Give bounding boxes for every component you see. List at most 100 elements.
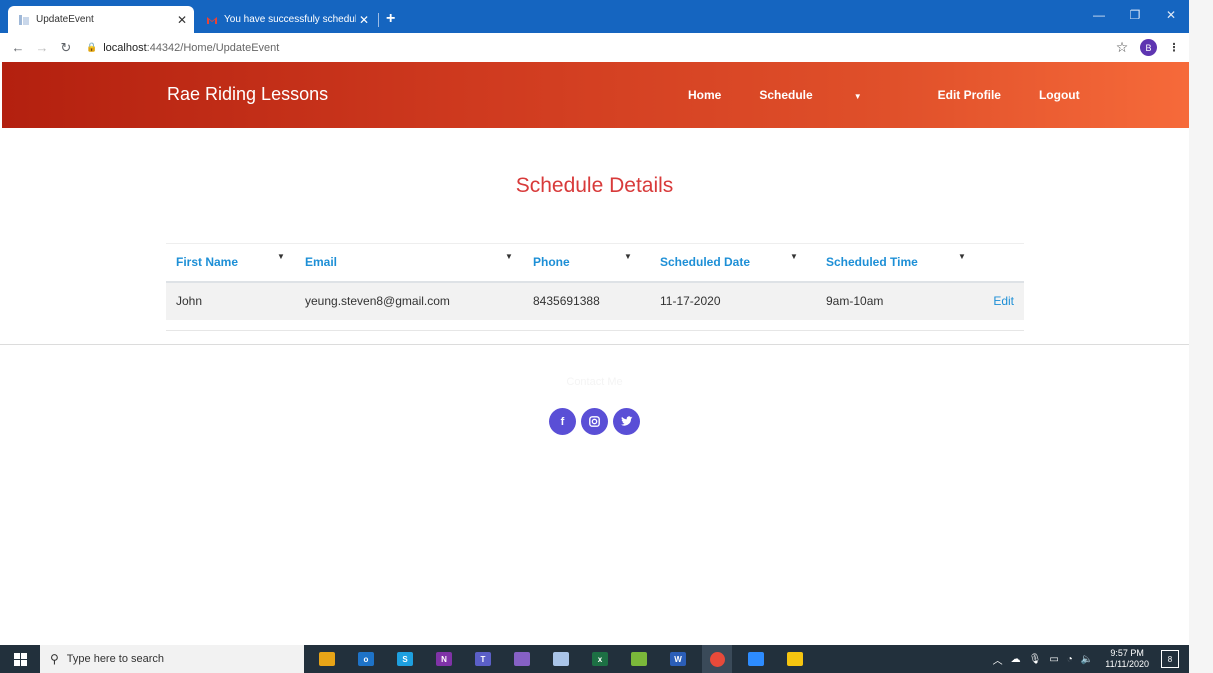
chevron-up-icon[interactable]: ︿: [993, 652, 1003, 667]
restore-icon[interactable]: ❐: [1117, 8, 1153, 22]
filter-icon[interactable]: ▼: [958, 252, 966, 261]
visual-studio-icon[interactable]: [507, 645, 537, 673]
tab-divider: [378, 13, 379, 27]
menu-kebab-icon[interactable]: ⋮: [1167, 41, 1181, 54]
excel-icon[interactable]: x: [585, 645, 615, 673]
gmail-icon: [206, 14, 218, 26]
tab-gmail[interactable]: You have successfuly scheduled t ✕: [196, 6, 376, 33]
onedrive-icon[interactable]: ☁: [1011, 654, 1021, 665]
filter-icon[interactable]: ▼: [505, 252, 513, 261]
caret-down-icon: ▼: [853, 92, 862, 101]
outlook-icon[interactable]: o: [351, 645, 381, 673]
facebook-icon[interactable]: f: [549, 408, 576, 435]
system-tray: ︿ ☁ 🎙 ▭ ◔ 🔈 9:57 PM 11/11/2020 8: [993, 645, 1189, 673]
microphone-icon[interactable]: 🎙: [1029, 654, 1042, 665]
notification-center-icon[interactable]: 8: [1161, 650, 1179, 668]
instagram-icon[interactable]: [581, 408, 608, 435]
taskbar-apps: o S N Tx W: [312, 645, 819, 673]
column-header-phone[interactable]: Phone ▼: [523, 243, 650, 283]
cell-email: yeung.steven8@gmail.com: [295, 281, 523, 320]
column-header-first-name[interactable]: First Name ▼: [166, 243, 295, 283]
app-glyph: W: [670, 652, 686, 666]
project-icon[interactable]: [624, 645, 654, 673]
cell-phone: 8435691388: [523, 281, 650, 320]
close-icon[interactable]: ✕: [174, 13, 190, 27]
wifi-icon[interactable]: ◔: [1067, 654, 1073, 665]
app-glyph: [631, 652, 647, 666]
browser-titlebar: UpdateEvent ✕ You have successfuly sched…: [0, 0, 1189, 33]
footer-divider: [0, 344, 1189, 345]
window-edge: [1189, 0, 1213, 673]
app-glyph: o: [358, 652, 374, 666]
twitter-icon[interactable]: [613, 408, 640, 435]
url-host: localhost: [103, 41, 147, 54]
volume-icon[interactable]: 🔈: [1081, 654, 1093, 665]
address-bar: ← → ↻ 🔒 localhost:44342/Home/UpdateEvent…: [0, 33, 1189, 62]
nav-edit-profile[interactable]: Edit Profile: [938, 88, 1001, 102]
profile-avatar[interactable]: B: [1140, 39, 1157, 56]
app-glyph: [319, 652, 335, 666]
cell-scheduled-time: 9am-10am: [816, 281, 966, 320]
cell-scheduled-date: 11-17-2020: [650, 281, 816, 320]
lock-icon: 🔒: [86, 42, 98, 52]
chrome-icon[interactable]: [702, 645, 732, 673]
app-glyph: T: [475, 652, 491, 666]
contact-heading: Contact Me: [566, 376, 623, 388]
app-glyph: [787, 652, 803, 666]
table-header-row: First Name ▼ Email ▼ Phone ▼ Scheduled Date…: [166, 243, 1024, 283]
file-explorer-icon[interactable]: [312, 645, 342, 673]
powershell-icon[interactable]: [546, 645, 576, 673]
minimize-icon[interactable]: —: [1081, 8, 1117, 22]
teams-icon[interactable]: T: [468, 645, 498, 673]
tab-update-event[interactable]: UpdateEvent ✕: [8, 6, 194, 33]
battery-icon[interactable]: ▭: [1049, 654, 1058, 665]
nav-links: Home Schedule ▼ Edit Profile Logout: [688, 88, 1118, 102]
column-label: First Name: [176, 255, 239, 270]
nav-logout[interactable]: Logout: [1039, 88, 1080, 102]
clock-date: 11/11/2020: [1105, 659, 1149, 669]
column-header-scheduled-time[interactable]: Scheduled Time ▼: [816, 243, 966, 283]
skype-icon[interactable]: S: [390, 645, 420, 673]
site-navbar: Rae Riding Lessons Home Schedule ▼ Edit P…: [2, 62, 1189, 128]
page-icon: [18, 14, 30, 26]
app-glyph: x: [592, 652, 608, 666]
word-icon[interactable]: W: [663, 645, 693, 673]
zoom-icon[interactable]: [741, 645, 771, 673]
url-field[interactable]: 🔒 localhost:44342/Home/UpdateEvent: [86, 42, 1110, 54]
cell-first-name: John: [166, 281, 295, 320]
new-tab-button[interactable]: +: [386, 10, 395, 28]
url-path: :44342/Home/UpdateEvent: [146, 41, 280, 54]
search-icon: ⚲: [50, 652, 59, 666]
nav-schedule-dropdown[interactable]: Schedule ▼: [759, 88, 899, 102]
column-label: Phone: [533, 255, 570, 270]
column-header-scheduled-date[interactable]: Scheduled Date ▼: [650, 243, 816, 283]
nav-schedule-label: Schedule: [759, 88, 813, 102]
column-header-actions: [966, 243, 1024, 283]
forward-icon[interactable]: →: [30, 40, 54, 55]
filter-icon[interactable]: ▼: [277, 252, 285, 261]
reload-icon[interactable]: ↻: [54, 40, 78, 56]
windows-start-button[interactable]: [0, 645, 40, 673]
close-window-icon[interactable]: ✕: [1153, 8, 1189, 22]
windows-taskbar: ⚲ Type here to search o S N Tx W ︿ ☁ 🎙 ▭ ◔ 🔈…: [0, 645, 1189, 673]
taskbar-clock[interactable]: 9:57 PM 11/11/2020: [1105, 648, 1149, 670]
window-controls: — ❐ ✕: [1081, 8, 1189, 22]
close-icon[interactable]: ✕: [356, 13, 372, 27]
bookmark-star-icon[interactable]: ☆: [1110, 39, 1134, 56]
app-glyph: [553, 652, 569, 666]
nav-home[interactable]: Home: [688, 88, 721, 102]
filter-icon[interactable]: ▼: [790, 252, 798, 261]
back-icon[interactable]: ←: [6, 40, 30, 55]
schedule-table: First Name ▼ Email ▼ Phone ▼ Scheduled Date…: [166, 243, 1024, 320]
taskbar-search-box[interactable]: ⚲ Type here to search: [40, 645, 304, 673]
search-placeholder: Type here to search: [66, 653, 165, 665]
column-label: Scheduled Date: [660, 255, 751, 270]
sticky-notes-icon[interactable]: [780, 645, 810, 673]
column-header-email[interactable]: Email ▼: [295, 243, 523, 283]
table-bottom-divider: [166, 330, 1024, 331]
site-brand[interactable]: Rae Riding Lessons: [167, 84, 328, 105]
edit-link[interactable]: Edit: [966, 281, 1024, 320]
filter-icon[interactable]: ▼: [624, 252, 632, 261]
onenote-icon[interactable]: N: [429, 645, 459, 673]
app-glyph: [514, 652, 530, 666]
